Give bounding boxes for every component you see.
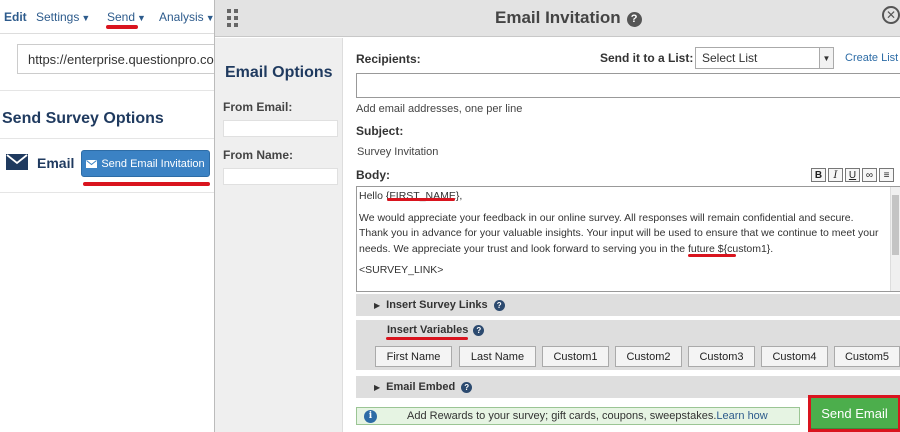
list-select-value: Select List	[702, 51, 758, 65]
envelope-icon	[86, 159, 98, 168]
learn-how-link[interactable]: Learn how	[716, 410, 767, 422]
bold-button[interactable]: B	[811, 168, 826, 182]
insert-variables-label: Insert Variables	[387, 324, 469, 336]
from-name-label: From Name:	[223, 148, 294, 162]
subject-label: Subject:	[356, 124, 404, 138]
create-list-link[interactable]: Create List	[845, 52, 898, 64]
subject-field[interactable]: Survey Invitation	[357, 146, 438, 158]
from-name-field[interactable]	[223, 168, 338, 185]
body-greeting: Hello {FIRST_NAME},	[359, 189, 884, 205]
nav-edit[interactable]: Edit	[4, 10, 27, 24]
body-paragraph: We would appreciate your feedback in our…	[359, 211, 884, 258]
survey-link-placeholder: <SURVEY_LINK>	[359, 264, 444, 276]
help-icon[interactable]: ?	[626, 11, 642, 27]
chevron-down-icon: ▼	[137, 13, 146, 23]
send-survey-options-title: Send Survey Options	[2, 110, 164, 127]
variable-custom5-button[interactable]: Custom5	[834, 346, 900, 367]
nav-settings[interactable]: Settings ▼	[36, 10, 90, 24]
variable-last-name-button[interactable]: Last Name	[459, 346, 536, 367]
nav-analysis-label: Analysis	[159, 10, 204, 24]
email-embed-label: Email Embed	[386, 381, 456, 393]
help-icon[interactable]: ?	[461, 381, 473, 393]
chevron-down-icon: ▼	[819, 48, 833, 68]
survey-url-field[interactable]: https://enterprise.questionpro.com	[17, 44, 217, 74]
rewards-text: Add Rewards to your survey; gift cards, …	[407, 410, 717, 422]
recipients-hint: Add email addresses, one per line	[356, 103, 523, 115]
scrollbar-thumb[interactable]	[892, 195, 899, 255]
send-to-list-label: Send it to a List:	[600, 51, 694, 65]
align-icon[interactable]: ≡	[879, 168, 894, 182]
recipients-input[interactable]	[356, 73, 900, 98]
drag-handle-icon[interactable]	[227, 9, 239, 27]
underline-button[interactable]: U	[845, 168, 860, 182]
editor-toolbar: B I U ∞ ≡	[811, 168, 894, 182]
insert-variables-title: Insert Variables?	[387, 324, 485, 336]
variable-first-name-button[interactable]: First Name	[375, 346, 452, 367]
custom1-variable: {custom1}	[723, 242, 771, 255]
triangle-right-icon: ▶	[374, 300, 381, 310]
body-paragraph-suffix: .	[770, 242, 774, 255]
send-email-red-highlight	[808, 395, 900, 432]
body-label: Body:	[356, 168, 390, 182]
variable-custom2-button[interactable]: Custom2	[615, 346, 682, 367]
link-icon[interactable]: ∞	[862, 168, 877, 182]
nav-settings-label: Settings	[36, 10, 80, 24]
close-icon[interactable]: ✕	[882, 6, 900, 24]
divider	[0, 90, 215, 91]
rewards-banner: i Add Rewards to your survey; gift cards…	[356, 407, 800, 425]
send-invitation-red-underline	[83, 182, 210, 186]
email-options-panel: Email Options From Email: From Name:	[215, 38, 343, 432]
body-paragraph-text: We would appreciate your feedback in our…	[359, 211, 879, 255]
variable-custom1-button[interactable]: Custom1	[542, 346, 609, 367]
send-email-invitation-label: Send Email Invitation	[101, 157, 205, 170]
send-red-underline	[106, 25, 138, 29]
insert-survey-links-label: Insert Survey Links	[386, 299, 488, 311]
info-icon: i	[364, 409, 377, 423]
nav-send-label: Send	[107, 10, 136, 24]
body-scrollbar[interactable]	[890, 187, 900, 291]
chevron-down-icon: ▼	[81, 13, 91, 23]
greeting-prefix: Hello	[359, 190, 386, 202]
insert-survey-links-toggle[interactable]: ▶ Insert Survey Links ?	[356, 294, 900, 316]
email-label: Email	[37, 155, 75, 171]
top-navigation: Edit Settings ▼ Send ▼ Analysis ▼	[0, 0, 215, 34]
from-email-label: From Email:	[223, 100, 293, 114]
insert-variables-panel: Insert Variables? First Name Last Name C…	[356, 320, 900, 370]
help-icon[interactable]: ?	[473, 325, 485, 336]
divider	[0, 192, 215, 193]
list-select[interactable]: Select List ▼	[695, 47, 834, 69]
greeting-suffix: ,	[459, 190, 463, 202]
italic-button[interactable]: I	[828, 168, 843, 182]
modal-header: Email Invitation? ✕	[215, 0, 900, 37]
email-body-editor[interactable]: Hello {FIRST_NAME}, We would appreciate …	[356, 186, 900, 292]
variable-custom4-button[interactable]: Custom4	[761, 346, 828, 367]
email-invitation-modal: Email Invitation? ✕ Email Options From E…	[214, 0, 900, 432]
nav-analysis[interactable]: Analysis ▼	[159, 10, 215, 24]
envelope-icon	[6, 154, 28, 170]
divider	[0, 138, 215, 139]
insert-variables-red-underline	[386, 337, 468, 340]
help-icon[interactable]: ?	[493, 299, 505, 311]
triangle-right-icon: ▶	[374, 382, 381, 392]
variable-custom3-button[interactable]: Custom3	[688, 346, 755, 367]
custom1-red-underline	[688, 254, 736, 257]
send-email-invitation-button[interactable]: Send Email Invitation	[81, 150, 210, 177]
from-email-field[interactable]	[223, 120, 338, 137]
email-compose-area: Recipients: Send it to a List: Select Li…	[343, 38, 900, 432]
first-name-red-underline	[387, 198, 455, 201]
modal-title-text: Email Invitation	[495, 8, 621, 27]
recipients-label: Recipients:	[356, 52, 421, 66]
modal-title: Email Invitation?	[495, 8, 642, 28]
email-options-title: Email Options	[225, 64, 333, 81]
nav-send[interactable]: Send ▼	[107, 10, 146, 24]
